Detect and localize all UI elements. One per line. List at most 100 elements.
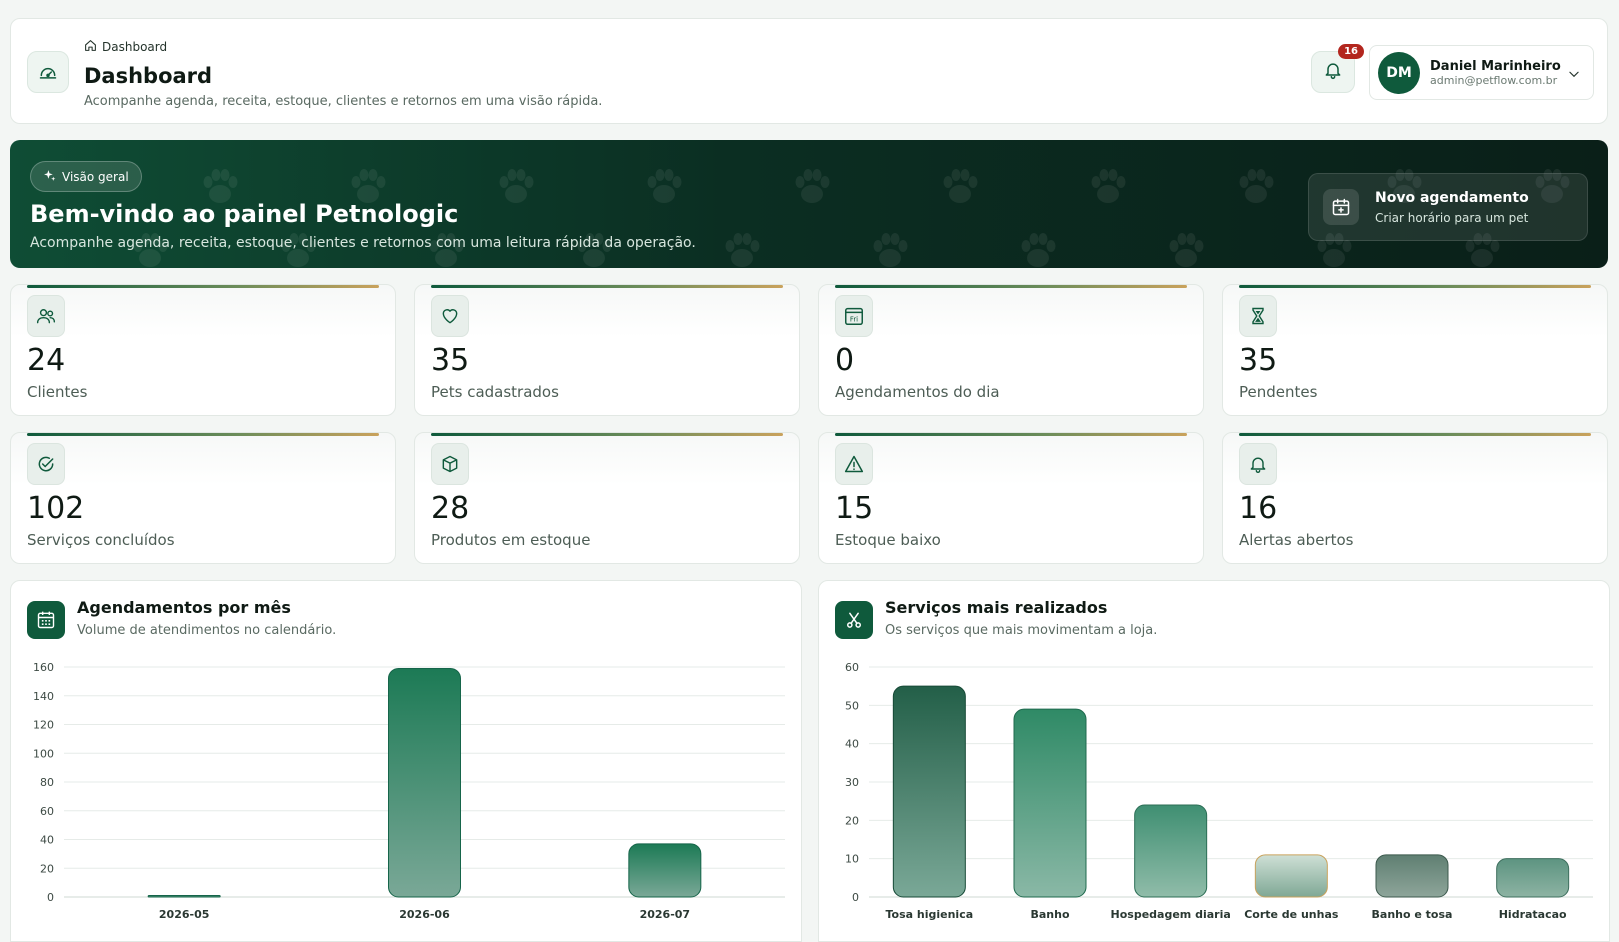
stat-card-servicos-concluidos[interactable]: 102 Serviços concluídos [10, 432, 396, 564]
x-tick-label: 2026-05 [159, 908, 210, 921]
paw-print-icon [795, 169, 830, 203]
x-tick-label: Hospedagem diaria [1111, 908, 1231, 921]
stat-card-alertas[interactable]: 16 Alertas abertos [1222, 432, 1608, 564]
paw-print-icon [873, 233, 908, 267]
stat-label: Produtos em estoque [431, 531, 591, 549]
notification-count-badge: 16 [1338, 44, 1364, 59]
paw-print-icon [647, 169, 682, 203]
stat-card-estoque-baixo[interactable]: 15 Estoque baixo [818, 432, 1204, 564]
stat-accent-bar [1239, 285, 1591, 288]
x-tick-label: Hidratacao [1499, 908, 1567, 921]
banner-subtitle: Acompanhe agenda, receita, estoque, clie… [30, 235, 696, 251]
stat-accent-bar [431, 285, 783, 288]
user-menu[interactable]: DM Daniel Marinheiro admin@petflow.com.b… [1369, 45, 1594, 100]
stat-card-pendentes[interactable]: 35 Pendentes [1222, 284, 1608, 416]
appointments-bar-chart: 0 20 40 60 80 100 120 140 160 2026-05 2026-06 2026-… [33, 661, 785, 921]
x-tick-label: Banho e tosa [1372, 908, 1453, 921]
x-tick-label: 2026-07 [640, 908, 691, 921]
stat-card-pets[interactable]: 35 Pets cadastrados [414, 284, 800, 416]
new-appointment-title: Novo agendamento [1375, 189, 1529, 206]
chart-panel-services: Serviços mais realizados Os serviços que… [818, 580, 1610, 942]
services-bar-chart: 0 10 20 30 40 50 60 Tosa higienica Banho Hospedag… [845, 661, 1593, 921]
y-tick-label: 60 [845, 661, 859, 674]
bar[interactable] [892, 685, 966, 898]
stat-value: 102 [27, 491, 85, 526]
y-tick-label: 160 [33, 661, 54, 674]
bar[interactable] [1134, 804, 1208, 898]
sparkle-icon [43, 169, 56, 185]
y-tick-label: 60 [40, 805, 54, 818]
stat-label: Agendamentos do dia [835, 383, 1000, 401]
bar[interactable] [1496, 858, 1570, 898]
y-tick-label: 0 [852, 891, 859, 904]
hourglass-icon [1239, 295, 1277, 337]
notifications-button[interactable]: 16 [1311, 44, 1364, 93]
page-subtitle: Acompanhe agenda, receita, estoque, clie… [84, 94, 603, 109]
y-tick-label: 0 [47, 891, 54, 904]
y-tick-label: 40 [40, 834, 54, 847]
bar[interactable] [628, 843, 702, 898]
y-tick-label: 10 [845, 853, 859, 866]
stat-value: 0 [835, 343, 855, 378]
y-tick-label: 120 [33, 719, 54, 732]
bell-icon [1239, 443, 1277, 485]
breadcrumb[interactable]: Dashboard [84, 39, 167, 55]
breadcrumb-label: Dashboard [102, 40, 168, 54]
paw-print-icon [351, 169, 386, 203]
stat-accent-bar [27, 433, 379, 436]
users-icon [27, 295, 65, 337]
stat-value: 15 [835, 491, 874, 526]
stat-label: Pendentes [1239, 383, 1318, 401]
svg-text:Fri: Fri [850, 316, 858, 324]
bar[interactable] [388, 667, 461, 898]
stat-label: Clientes [27, 383, 88, 401]
chevron-down-icon [1567, 66, 1581, 85]
paw-print-icon [1239, 169, 1274, 203]
stat-value: 35 [431, 343, 470, 378]
check-circle-icon [27, 443, 65, 485]
stat-value: 35 [1239, 343, 1278, 378]
y-tick-label: 100 [33, 747, 54, 760]
stat-accent-bar [1239, 433, 1591, 436]
bar[interactable] [147, 895, 221, 898]
stat-label: Estoque baixo [835, 531, 941, 549]
chart-panel-appointments: Agendamentos por mês Volume de atendimen… [10, 580, 802, 942]
box-icon [431, 443, 469, 485]
avatar: DM [1378, 51, 1420, 94]
stat-card-agendamentos[interactable]: Fri 0 Agendamentos do dia [818, 284, 1204, 416]
home-icon [84, 39, 97, 55]
paw-print-icon [1021, 233, 1056, 267]
stat-card-produtos[interactable]: 28 Produtos em estoque [414, 432, 800, 564]
calendar-plus-icon [1323, 189, 1359, 225]
stat-label: Serviços concluídos [27, 531, 175, 549]
stat-value: 24 [27, 343, 66, 378]
y-tick-label: 140 [33, 690, 54, 703]
x-tick-label: 2026-06 [399, 908, 450, 921]
stat-label: Pets cadastrados [431, 383, 559, 401]
heart-icon [431, 295, 469, 337]
paw-print-icon [203, 169, 238, 203]
stat-accent-bar [27, 285, 379, 288]
x-tick-label: Banho [1030, 908, 1069, 921]
welcome-banner: Visão geral Bem-vindo ao painel Petnolog… [10, 140, 1608, 268]
bar[interactable] [1013, 708, 1087, 898]
y-tick-label: 30 [845, 776, 859, 789]
paw-print-icon [1169, 233, 1204, 267]
bar[interactable] [1254, 854, 1328, 898]
new-appointment-button[interactable]: Novo agendamento Criar horário para um p… [1308, 173, 1588, 241]
y-tick-label: 80 [40, 776, 54, 789]
banner-title: Bem-vindo ao painel Petnologic [30, 200, 459, 228]
calendar-day-icon: Fri [835, 295, 873, 337]
stat-accent-bar [835, 285, 1187, 288]
stat-card-clientes[interactable]: 24 Clientes [10, 284, 396, 416]
bar[interactable] [1375, 854, 1449, 898]
overview-pill: Visão geral [30, 161, 142, 192]
x-tick-label: Corte de unhas [1244, 908, 1339, 921]
y-tick-label: 20 [40, 862, 54, 875]
page-header: Dashboard Dashboard Acompanhe agenda, re… [10, 18, 1608, 124]
new-appointment-subtitle: Criar horário para um pet [1375, 210, 1529, 225]
page-title: Dashboard [84, 64, 213, 88]
stat-label: Alertas abertos [1239, 531, 1354, 549]
user-email: admin@petflow.com.br [1430, 73, 1558, 87]
overview-pill-label: Visão geral [62, 169, 129, 184]
